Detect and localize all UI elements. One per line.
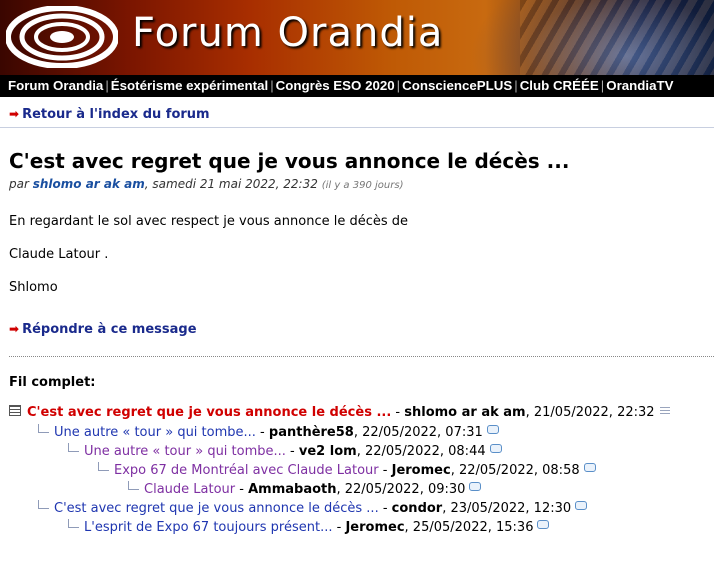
byline-prefix: par [9,177,29,191]
thread-tree-icon[interactable] [659,407,670,416]
thread-post: Claude Latour - Ammabaoth, 22/05/2022, 0… [128,481,482,497]
nav-separator: | [514,78,518,93]
nav-item-club-creee[interactable]: Club CRÉÉE [520,78,599,93]
thread-label: Fil complet: [9,375,96,390]
message-date: , samedi 21 mai 2022, 22:32 [144,177,318,191]
thread-post: C'est avec regret que je vous annonce le… [38,500,588,516]
thread-dash: - [285,444,299,459]
thread-post-date: , 22/05/2022, 09:30 [336,482,466,497]
thread-post: L'esprit de Expo 67 toujours présent... … [68,519,550,535]
message-author-link[interactable]: shlomo ar ak am [33,177,145,191]
thread-post-author: ve2 lom [298,444,357,459]
thread-post-author: condor [391,501,443,516]
thread-dash: - [255,425,269,440]
nav-item-orandiatv[interactable]: OrandiaTV [606,78,673,93]
message-paragraph: Shlomo [9,280,58,295]
thread-post-title[interactable]: L'esprit de Expo 67 toujours présent... [84,520,333,535]
speech-bubble-icon [486,425,499,434]
nav-item-conscienceplus[interactable]: ConsciencePLUS [402,78,512,93]
speech-bubble-icon [489,444,502,453]
nav-item-forum-orandia[interactable]: Forum Orandia [8,78,103,93]
divider [9,356,714,357]
tree-branch-icon [38,424,49,433]
tree-branch-icon [98,462,109,471]
message-paragraph: En regardant le sol avec respect je vous… [9,214,409,229]
thread-dash: - [391,405,405,420]
tree-branch-icon [68,519,79,528]
red-arrow-icon: ➡ [9,322,20,336]
thread-post-date: , 21/05/2022, 22:32 [525,405,655,420]
thread-post-date: , 22/05/2022, 08:58 [450,463,580,478]
orandia-spiral-logo[interactable] [6,6,118,68]
speech-bubble-icon [469,482,482,491]
thread-list-icon[interactable] [9,405,21,416]
thread-post-author: Jeromec [391,463,451,478]
thread-post-date: , 25/05/2022, 15:36 [404,520,534,535]
thread-post-current: C'est avec regret que je vous annonce le… [9,405,670,420]
site-title[interactable]: Forum Orandia [132,10,443,56]
message-age: (il y a 390 jours) [321,180,404,191]
thread-post-title[interactable]: Expo 67 de Montréal avec Claude Latour [114,463,379,478]
tree-branch-icon [128,481,139,490]
red-arrow-icon: ➡ [9,107,20,121]
thread-dash: - [378,463,392,478]
thread-dash: - [332,520,346,535]
thread-post-title[interactable]: C'est avec regret que je vous annonce le… [54,501,379,516]
top-navigation: Forum Orandia | Ésotérisme expérimental | Co… [0,75,714,97]
nav-separator: | [396,78,401,93]
nav-separator: | [105,78,109,93]
thread-post-author: Ammabaoth [248,482,337,497]
message-byline: par shlomo ar ak am, samedi 21 mai 2022,… [9,177,403,191]
thread-post-title[interactable]: Une autre « tour » qui tombe... [84,444,286,459]
thread-post: Expo 67 de Montréal avec Claude Latour -… [98,462,596,478]
thread-post-date: , 22/05/2022, 08:44 [356,444,486,459]
thread-dash: - [235,482,249,497]
thread-post-title[interactable]: C'est avec regret que je vous annonce le… [27,405,391,420]
thread-post-author: panthère58 [268,425,354,440]
nav-separator: | [270,78,274,93]
thread-post-author: shlomo ar ak am [404,405,526,420]
thread-post: Une autre « tour » qui tombe... - panthè… [38,424,499,440]
tree-branch-icon [68,443,79,452]
thread-post-title[interactable]: Une autre « tour » qui tombe... [54,425,256,440]
back-to-index-link[interactable]: ➡ Retour à l'index du forum [9,107,210,122]
header-banner: Forum Orandia [0,0,714,75]
reply-link[interactable]: ➡ Répondre à ce message [9,322,197,337]
thread-post-author: Jeromec [345,520,405,535]
thread-post: Une autre « tour » qui tombe... - ve2 lo… [68,443,502,459]
tree-branch-icon [38,500,49,509]
message-title: C'est avec regret que je vous annonce le… [9,149,570,173]
back-link-label: Retour à l'index du forum [22,107,210,122]
reply-link-label: Répondre à ce message [22,322,197,337]
banner-texture [520,0,714,75]
thread-post-date: , 22/05/2022, 07:31 [353,425,483,440]
nav-item-congres[interactable]: Congrès ESO 2020 [276,78,395,93]
speech-bubble-icon [583,463,596,472]
speech-bubble-icon [575,501,588,510]
thread-post-title[interactable]: Claude Latour [144,482,235,497]
thread-post-date: , 23/05/2022, 12:30 [442,501,572,516]
nav-item-esoterisme[interactable]: Ésotérisme expérimental [111,78,268,93]
thread-dash: - [378,501,392,516]
back-bar: ➡ Retour à l'index du forum [0,103,714,128]
message-paragraph: Claude Latour . [9,247,109,262]
speech-bubble-icon [537,520,550,529]
